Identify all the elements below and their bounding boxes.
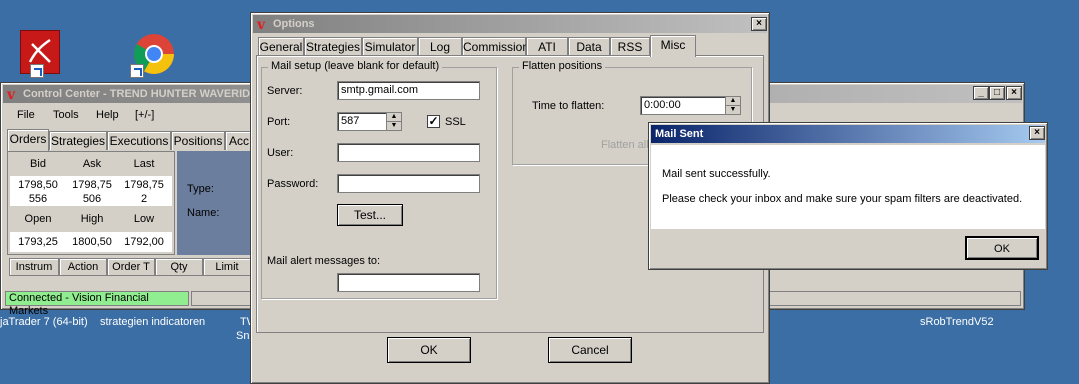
user-input[interactable]: [337, 143, 480, 162]
mail-sent-dialog[interactable]: Mail Sent × Mail sent successfully. Plea…: [648, 122, 1048, 270]
ssl-label: SSL: [445, 116, 466, 128]
high-value: 1800,50: [72, 236, 112, 248]
low-header: Low: [133, 213, 155, 225]
connection-status: Connected - Vision Financial Markets: [5, 291, 189, 317]
mail-sent-titlebar[interactable]: Mail Sent: [651, 125, 1045, 143]
col-limit[interactable]: Limit: [203, 258, 251, 276]
ninja-logo-icon: v: [7, 87, 16, 103]
options-close-button[interactable]: ×: [751, 17, 767, 31]
minimize-button[interactable]: _: [973, 86, 989, 100]
flatten-time-input[interactable]: 0:00:00: [640, 96, 726, 115]
password-input[interactable]: [337, 174, 480, 193]
mail-sent-title: Mail Sent: [655, 128, 704, 140]
flatten-title: Flatten positions: [519, 60, 606, 72]
message-area: [651, 145, 1045, 229]
ok-button[interactable]: OK: [387, 337, 471, 363]
chrome-icon[interactable]: [130, 30, 178, 78]
message-line-2: Please check your inbox and make sure yo…: [662, 193, 1023, 205]
desktop-label-strategien[interactable]: strategien indicatoren: [100, 316, 205, 328]
bid-size: 556: [28, 193, 48, 205]
mail-sent-close-button[interactable]: ×: [1029, 126, 1045, 140]
tab-misc[interactable]: Misc: [650, 35, 696, 57]
mail-setup-title: Mail setup (leave blank for default): [268, 60, 443, 72]
tab-ati[interactable]: ATI: [526, 37, 568, 56]
spin-up-icon[interactable]: ▲: [726, 97, 740, 106]
cancel-button[interactable]: Cancel: [548, 337, 632, 363]
ask-header: Ask: [82, 158, 102, 170]
server-label: Server:: [267, 85, 303, 97]
tab-strategies[interactable]: Strategies: [49, 131, 107, 150]
mail-sent-ok-button[interactable]: OK: [965, 236, 1039, 260]
low-value: 1792,00: [124, 236, 164, 248]
last-size: 2: [140, 193, 148, 205]
tab-orders[interactable]: Orders: [7, 129, 49, 151]
desktop-label-srobtrend[interactable]: sRobTrendV52: [920, 316, 994, 328]
tab-executions[interactable]: Executions: [107, 131, 171, 150]
col-action[interactable]: Action: [59, 258, 107, 276]
menu-help[interactable]: Help: [96, 109, 119, 121]
password-label: Password:: [267, 178, 319, 190]
spin-up-icon[interactable]: ▲: [387, 113, 401, 122]
maximize-button[interactable]: □: [989, 86, 1005, 100]
bid-header: Bid: [30, 158, 46, 170]
ask-value: 1798,75: [72, 179, 112, 191]
quote-panel: Bid Ask Last 1798,50 1798,75 1798,75 556…: [7, 151, 175, 255]
bid-value: 1798,50: [18, 179, 58, 191]
spin-down-icon[interactable]: ▼: [387, 122, 401, 131]
test-button[interactable]: Test...: [337, 204, 403, 226]
flatten-all-button[interactable]: Flatten all: [601, 139, 649, 151]
flatten-time-label: Time to flatten:: [532, 100, 605, 112]
tab-log[interactable]: Log: [418, 37, 462, 56]
open-header: Open: [24, 213, 52, 225]
options-title: Options: [273, 18, 315, 30]
server-input[interactable]: smtp.gmail.com: [337, 81, 480, 100]
menu-tools[interactable]: Tools: [53, 109, 79, 121]
menu-file[interactable]: File: [17, 109, 35, 121]
menu-toggle[interactable]: [+/-]: [135, 109, 154, 121]
close-button[interactable]: ×: [1006, 86, 1022, 100]
tab-commission[interactable]: Commission: [462, 37, 529, 56]
col-order-type[interactable]: Order T: [107, 258, 155, 276]
spin-down-icon[interactable]: ▼: [726, 106, 740, 115]
pdf-reader-icon[interactable]: [16, 30, 64, 78]
tab-positions[interactable]: Positions: [171, 131, 225, 150]
ssl-checkbox[interactable]: ✓: [427, 115, 440, 128]
tab-general[interactable]: General: [258, 37, 304, 56]
shortcut-arrow-icon: [130, 64, 144, 78]
type-label: Type:: [187, 183, 214, 195]
tab-simulator[interactable]: Simulator: [362, 37, 418, 56]
port-input[interactable]: 587: [337, 112, 387, 131]
last-header: Last: [133, 158, 155, 170]
ninja-logo-icon: v: [257, 17, 266, 33]
name-label: Name:: [187, 207, 220, 219]
high-header: High: [80, 213, 104, 225]
flatten-spinner[interactable]: ▲ ▼: [725, 96, 741, 115]
col-qty[interactable]: Qty: [155, 258, 203, 276]
order-detail-panel: Type: Name:: [177, 151, 257, 255]
user-label: User:: [267, 147, 294, 159]
message-line-1: Mail sent successfully.: [662, 168, 771, 180]
tab-strategies[interactable]: Strategies: [304, 37, 362, 56]
port-label: Port:: [267, 116, 291, 128]
ask-size: 506: [82, 193, 102, 205]
tab-data[interactable]: Data: [568, 37, 610, 56]
port-spinner[interactable]: ▲ ▼: [386, 112, 402, 131]
options-titlebar[interactable]: v Options: [253, 15, 767, 33]
control-center-title: Control Center - TREND HUNTER WAVERID: [23, 88, 251, 100]
alert-recipient-input[interactable]: [337, 273, 480, 292]
col-instrument[interactable]: Instrum: [9, 258, 59, 276]
alert-label: Mail alert messages to:: [267, 255, 381, 267]
tab-accounts[interactable]: Acc: [225, 131, 253, 150]
tab-rss[interactable]: RSS: [610, 37, 650, 56]
shortcut-arrow-icon: [30, 64, 44, 78]
open-value: 1793,25: [18, 236, 58, 248]
last-value: 1798,75: [124, 179, 164, 191]
